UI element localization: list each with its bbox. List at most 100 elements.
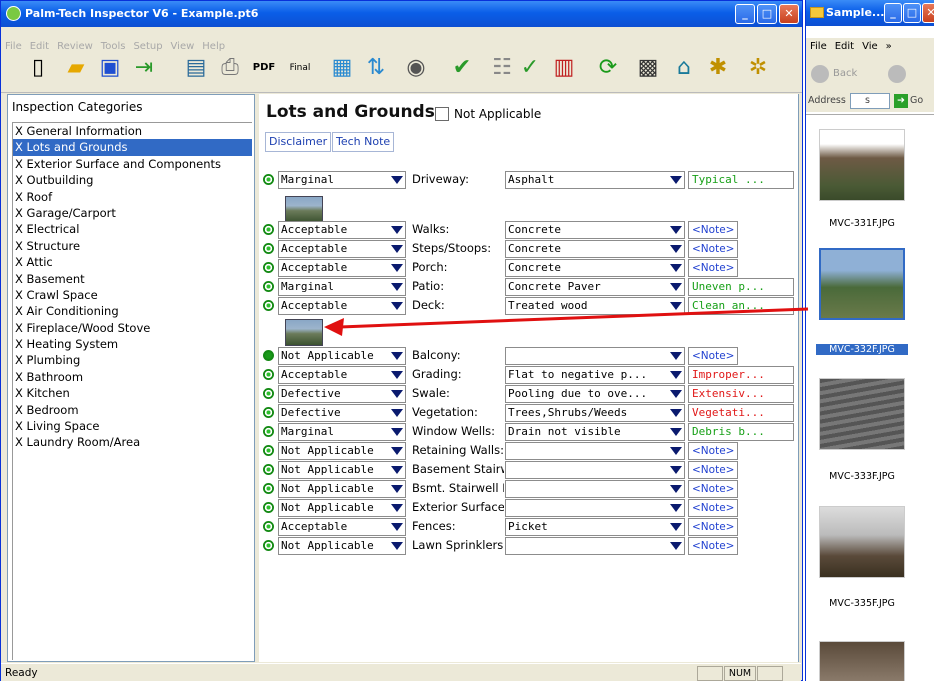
rating-indicator-icon[interactable] <box>263 540 274 551</box>
value-dropdown[interactable] <box>505 347 685 365</box>
back-arrow-icon[interactable] <box>811 65 829 83</box>
note-field[interactable]: Debris b... <box>688 423 794 441</box>
value-dropdown[interactable] <box>505 461 685 479</box>
value-dropdown[interactable]: Concrete <box>505 259 685 277</box>
rating-dropdown[interactable]: Not Applicable <box>278 499 406 517</box>
rating-indicator-icon[interactable] <box>263 502 274 513</box>
note-field[interactable]: Vegetati... <box>688 404 794 422</box>
rating-dropdown[interactable]: Marginal <box>278 278 406 296</box>
explorer-menu-edit[interactable]: Edit <box>835 41 854 52</box>
file-thumbnail-partial[interactable] <box>819 641 905 681</box>
value-dropdown[interactable] <box>505 480 685 498</box>
forward-arrow-icon[interactable] <box>888 65 906 83</box>
category-item[interactable]: X Bedroom <box>13 402 252 418</box>
open-folder-icon[interactable]: ▰ <box>61 53 91 83</box>
note-field[interactable]: <Note> <box>688 480 738 498</box>
not-applicable-checkbox[interactable] <box>435 107 449 121</box>
rating-dropdown[interactable]: Not Applicable <box>278 537 406 555</box>
progress-icon[interactable]: ✔ <box>447 53 477 83</box>
print-icon[interactable]: ⎙ <box>215 53 245 83</box>
rating-indicator-icon[interactable] <box>263 369 274 380</box>
rating-dropdown[interactable]: Acceptable <box>278 518 406 536</box>
note-field[interactable]: <Note> <box>688 461 738 479</box>
category-item[interactable]: X Air Conditioning <box>13 303 252 319</box>
report-settings-icon[interactable]: ✲ <box>743 53 773 83</box>
rating-dropdown[interactable]: Acceptable <box>278 221 406 239</box>
go-arrow-icon[interactable]: ➜ <box>894 94 908 108</box>
rating-indicator-icon[interactable] <box>263 464 274 475</box>
note-field[interactable]: <Note> <box>688 499 738 517</box>
rating-indicator-icon[interactable] <box>263 445 274 456</box>
rating-indicator-icon[interactable] <box>263 388 274 399</box>
report-icon[interactable]: ▥ <box>549 53 579 83</box>
category-item[interactable]: X Attic <box>13 254 252 270</box>
explorer-close-button[interactable]: ✕ <box>922 3 934 23</box>
value-dropdown[interactable] <box>505 537 685 555</box>
rating-indicator-icon[interactable] <box>263 262 274 273</box>
rating-indicator-icon[interactable] <box>263 300 274 311</box>
value-dropdown[interactable] <box>505 442 685 460</box>
back-button[interactable]: Back <box>833 58 857 90</box>
save-icon[interactable]: ▣ <box>95 53 125 83</box>
category-item[interactable]: X Kitchen <box>13 385 252 401</box>
checklist-icon[interactable]: ☷ <box>487 53 517 83</box>
category-item[interactable]: X General Information <box>13 123 252 139</box>
file-thumbnail-mvc-333f[interactable] <box>819 378 905 450</box>
disclaimer-button[interactable]: Disclaimer <box>265 132 332 152</box>
pdf-icon[interactable]: PDF <box>249 53 279 83</box>
value-dropdown[interactable]: Treated wood <box>505 297 685 315</box>
note-field[interactable]: Uneven p... <box>688 278 794 296</box>
new-file-icon[interactable]: ▯ <box>23 53 53 83</box>
value-dropdown[interactable]: Concrete <box>505 240 685 258</box>
file-thumbnail-mvc-332f[interactable] <box>819 248 905 320</box>
explorer-maximize-button[interactable]: □ <box>903 3 921 23</box>
maximize-button[interactable]: □ <box>757 4 777 24</box>
address-field[interactable]: s <box>850 93 890 109</box>
category-item[interactable]: X Roof <box>13 189 252 205</box>
rating-indicator-icon[interactable] <box>263 174 274 185</box>
file-name[interactable]: MVC-331F.JPG <box>816 218 908 229</box>
category-item[interactable]: X Fireplace/Wood Stove <box>13 320 252 336</box>
value-dropdown[interactable]: Concrete <box>505 221 685 239</box>
program-settings-icon[interactable]: ✱ <box>703 53 733 83</box>
category-item[interactable]: X Outbuilding <box>13 172 252 188</box>
value-dropdown[interactable]: Flat to negative p... <box>505 366 685 384</box>
note-field[interactable]: Improper... <box>688 366 794 384</box>
rating-dropdown[interactable]: Acceptable <box>278 297 406 315</box>
note-field[interactable]: Typical ... <box>688 171 794 189</box>
value-dropdown[interactable]: Asphalt <box>505 171 685 189</box>
explorer-minimize-button[interactable]: _ <box>884 3 902 23</box>
note-field[interactable]: <Note> <box>688 221 738 239</box>
camera-icon[interactable]: ◉ <box>401 53 431 83</box>
note-field[interactable]: <Note> <box>688 518 738 536</box>
rating-dropdown[interactable]: Marginal <box>278 171 406 189</box>
explorer-menu-view[interactable]: Vie <box>862 41 878 52</box>
rating-dropdown[interactable]: Not Applicable <box>278 480 406 498</box>
explorer-menu-file[interactable]: File <box>810 41 827 52</box>
rating-dropdown[interactable]: Defective <box>278 404 406 422</box>
refresh-icon[interactable]: ⟳ <box>593 53 623 83</box>
category-item[interactable]: X Exterior Surface and Components <box>13 156 252 172</box>
note-field[interactable]: <Note> <box>688 240 738 258</box>
value-dropdown[interactable]: Trees,Shrubs/Weeds <box>505 404 685 422</box>
rating-dropdown[interactable]: Not Applicable <box>278 347 406 365</box>
category-item[interactable]: X Lots and Grounds <box>13 139 252 156</box>
note-field[interactable]: <Note> <box>688 347 738 365</box>
rating-dropdown[interactable]: Acceptable <box>278 366 406 384</box>
note-field[interactable]: <Note> <box>688 259 738 277</box>
inspector-titlebar[interactable]: Palm-Tech Inspector V6 - Example.pt6 <box>1 1 802 27</box>
review-icon[interactable]: ✓ <box>515 53 545 83</box>
rating-indicator-icon[interactable] <box>263 243 274 254</box>
rating-indicator-icon[interactable] <box>263 281 274 292</box>
close-button[interactable]: ✕ <box>779 4 799 24</box>
category-item[interactable]: X Electrical <box>13 221 252 237</box>
category-item[interactable]: X Structure <box>13 238 252 254</box>
import-icon[interactable]: ⇥ <box>129 53 159 83</box>
file-thumbnail-mvc-335f[interactable] <box>819 506 905 578</box>
category-item[interactable]: X Plumbing <box>13 352 252 368</box>
file-name[interactable]: MVC-335F.JPG <box>816 598 908 609</box>
note-field[interactable]: <Note> <box>688 537 738 555</box>
category-item[interactable]: X Crawl Space <box>13 287 252 303</box>
sort-icon[interactable]: ⇅ <box>361 53 391 83</box>
category-item[interactable]: X Heating System <box>13 336 252 352</box>
